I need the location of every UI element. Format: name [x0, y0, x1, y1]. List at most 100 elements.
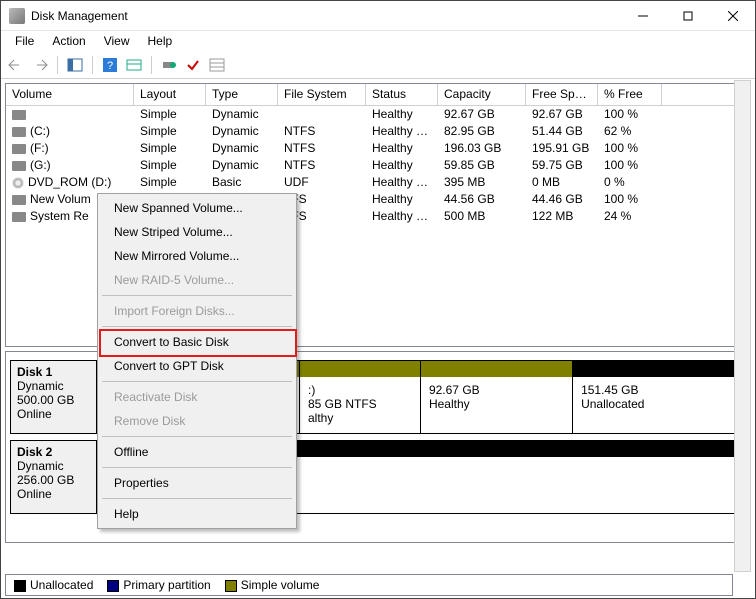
- volume-fs: [278, 106, 366, 123]
- col-type[interactable]: Type: [206, 84, 278, 105]
- maximize-button[interactable]: [665, 1, 710, 30]
- menu-action[interactable]: Action: [44, 32, 93, 50]
- disk-label[interactable]: Disk 2Dynamic256.00 GBOnline: [11, 441, 97, 513]
- volume-icon: [12, 161, 26, 171]
- disk-status: Online: [17, 407, 90, 421]
- volume-pctfree: 100 %: [598, 157, 662, 174]
- partition-unallocated[interactable]: 151.45 GBUnallocated: [572, 361, 745, 433]
- toolbar-sep: [57, 56, 58, 74]
- volume-capacity: 44.56 GB: [438, 191, 526, 208]
- legend-simple: Simple volume: [225, 578, 320, 592]
- volume-pctfree: 24 %: [598, 208, 662, 225]
- partition-simple[interactable]: 92.67 GBHealthy: [420, 361, 572, 433]
- menu-item[interactable]: New Mirrored Volume...: [100, 244, 294, 268]
- volume-row[interactable]: SimpleDynamicHealthy92.67 GB92.67 GB100 …: [6, 106, 750, 123]
- volume-status: Healthy: [366, 191, 438, 208]
- menu-item[interactable]: Offline: [100, 440, 294, 464]
- menu-item: Import Foreign Disks...: [100, 299, 294, 323]
- legend-primary: Primary partition: [107, 578, 210, 592]
- partition-simple[interactable]: :)85 GB NTFSalthy: [299, 361, 420, 433]
- menu-separator: [102, 381, 292, 382]
- show-hide-tree-button[interactable]: [64, 54, 86, 76]
- volume-row[interactable]: (F:)SimpleDynamicNTFSHealthy196.03 GB195…: [6, 140, 750, 157]
- disk-name: Disk 1: [17, 365, 90, 379]
- col-fs[interactable]: File System: [278, 84, 366, 105]
- help-button[interactable]: ?: [99, 54, 121, 76]
- volume-status: Healthy (B...: [366, 123, 438, 140]
- volume-fs: NTFS: [278, 157, 366, 174]
- forward-button[interactable]: [29, 54, 51, 76]
- cd-icon: [12, 177, 24, 189]
- disk-status: Online: [17, 487, 90, 501]
- volume-status: Healthy: [366, 106, 438, 123]
- volume-icon: [12, 195, 26, 205]
- volume-type: Dynamic: [206, 157, 278, 174]
- volume-row[interactable]: DVD_ROM (D:)SimpleBasicUDFHealthy (P...3…: [6, 174, 750, 191]
- col-capacity[interactable]: Capacity: [438, 84, 526, 105]
- col-free[interactable]: Free Spa...: [526, 84, 598, 105]
- volume-free: 122 MB: [526, 208, 598, 225]
- menu-item[interactable]: Convert to GPT Disk: [100, 354, 294, 378]
- volume-status: Healthy: [366, 140, 438, 157]
- list-button[interactable]: [206, 54, 228, 76]
- volume-free: 0 MB: [526, 174, 598, 191]
- menu-item[interactable]: Convert to Basic Disk: [100, 330, 294, 354]
- partition-size: 92.67 GB: [429, 383, 564, 397]
- volume-free: 44.46 GB: [526, 191, 598, 208]
- volume-pctfree: 100 %: [598, 106, 662, 123]
- disk-label[interactable]: Disk 1Dynamic500.00 GBOnline: [11, 361, 97, 433]
- partition-size: 151.45 GB: [581, 383, 737, 397]
- close-button[interactable]: [710, 1, 755, 30]
- volume-layout: Simple: [134, 157, 206, 174]
- volume-row[interactable]: (G:) SimpleDynamicNTFSHealthy59.85 GB59.7…: [6, 157, 750, 174]
- volume-free: 51.44 GB: [526, 123, 598, 140]
- menu-item[interactable]: New Spanned Volume...: [100, 196, 294, 220]
- volume-type: Basic: [206, 174, 278, 191]
- menu-item: Remove Disk: [100, 409, 294, 433]
- volume-capacity: 196.03 GB: [438, 140, 526, 157]
- volume-fs: NTFS: [278, 140, 366, 157]
- menu-item[interactable]: New Striped Volume...: [100, 220, 294, 244]
- col-status[interactable]: Status: [366, 84, 438, 105]
- partition-size: 85 GB NTFS: [308, 397, 412, 411]
- menubar: File Action View Help: [1, 31, 755, 51]
- volume-name: (G:): [30, 158, 51, 172]
- col-pctfree[interactable]: % Free: [598, 84, 662, 105]
- disk-size: 256.00 GB: [17, 473, 90, 487]
- toolbar-sep: [151, 56, 152, 74]
- menu-separator: [102, 326, 292, 327]
- volume-capacity: 59.85 GB: [438, 157, 526, 174]
- settings-button[interactable]: [123, 54, 145, 76]
- window-title: Disk Management: [31, 9, 620, 23]
- volume-layout: Simple: [134, 140, 206, 157]
- menu-view[interactable]: View: [96, 32, 138, 50]
- legend: Unallocated Primary partition Simple vol…: [5, 574, 733, 596]
- volume-name: (C:): [30, 124, 50, 138]
- volume-row[interactable]: (C:)SimpleDynamicNTFSHealthy (B...82.95 …: [6, 123, 750, 140]
- col-volume[interactable]: Volume: [6, 84, 134, 105]
- volume-free: 59.75 GB: [526, 157, 598, 174]
- volume-pctfree: 100 %: [598, 191, 662, 208]
- col-layout[interactable]: Layout: [134, 84, 206, 105]
- rescan-button[interactable]: [182, 54, 204, 76]
- volume-icon: [12, 127, 26, 137]
- menu-file[interactable]: File: [7, 32, 42, 50]
- disk-type: Dynamic: [17, 379, 90, 393]
- app-icon: [9, 8, 25, 24]
- back-button[interactable]: [5, 54, 27, 76]
- minimize-button[interactable]: [620, 1, 665, 30]
- refresh-button[interactable]: [158, 54, 180, 76]
- menu-separator: [102, 436, 292, 437]
- menu-separator: [102, 295, 292, 296]
- volume-free: 92.67 GB: [526, 106, 598, 123]
- volume-icon: [12, 144, 26, 154]
- menu-item[interactable]: Help: [100, 502, 294, 526]
- toolbar-sep: [92, 56, 93, 74]
- volume-list-header: Volume Layout Type File System Status Ca…: [6, 84, 750, 106]
- scrollbar[interactable]: [734, 80, 751, 572]
- volume-status: Healthy: [366, 157, 438, 174]
- menu-help[interactable]: Help: [140, 32, 181, 50]
- volume-capacity: 92.67 GB: [438, 106, 526, 123]
- disk-name: Disk 2: [17, 445, 90, 459]
- menu-item[interactable]: Properties: [100, 471, 294, 495]
